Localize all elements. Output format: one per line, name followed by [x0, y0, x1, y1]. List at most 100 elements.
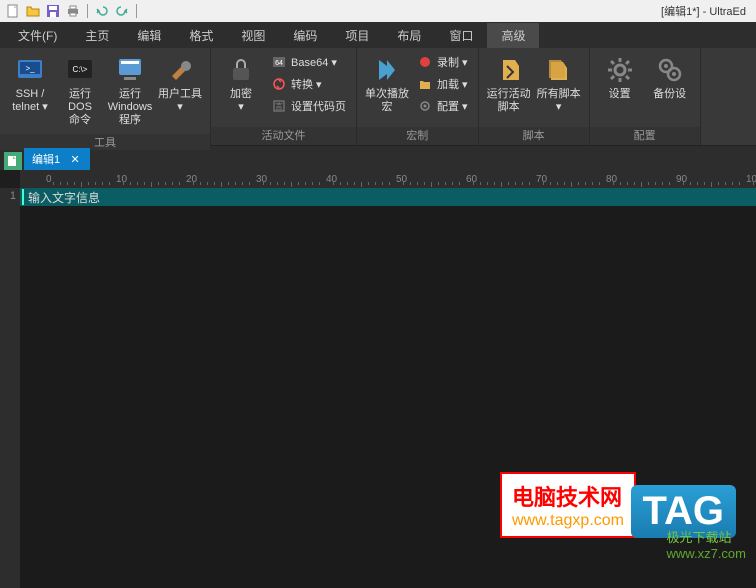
- close-tab-button[interactable]: ✕: [68, 152, 82, 166]
- menu-item-0[interactable]: 文件(F): [4, 23, 71, 48]
- ribbon-button-label: 用户工具▾: [158, 88, 202, 114]
- ruler-mark: 50: [396, 174, 407, 185]
- menu-item-4[interactable]: 视图: [227, 23, 279, 48]
- ribbon-group: >_SSH /telnet ▾ C:\> 运行 DOS命令运行 Windows程序用…: [0, 48, 211, 145]
- menu-item-1[interactable]: 主页: [71, 23, 123, 48]
- watermark-url: www.tagxp.com: [512, 512, 624, 530]
- ribbon-group-label: 宏制: [357, 127, 478, 145]
- ribbon-button-runscript[interactable]: 运行活动脚本: [485, 52, 533, 116]
- runscript-icon: [493, 54, 525, 86]
- tab-label: 编辑1: [32, 151, 60, 167]
- runwin-icon: [114, 54, 146, 86]
- separator: [136, 4, 137, 18]
- ruler-mark: 100: [746, 174, 756, 185]
- ribbon-button-label: SSH /telnet ▾: [12, 88, 48, 114]
- ruler-mark: 10: [116, 174, 127, 185]
- editor-text: 输入文字信息: [24, 189, 100, 206]
- backup-icon: [654, 54, 686, 86]
- config-icon: [417, 98, 433, 114]
- encrypt-icon: [225, 54, 257, 86]
- menu-item-6[interactable]: 项目: [331, 23, 383, 48]
- base64-icon: 64: [271, 54, 287, 70]
- new-file-button[interactable]: [4, 2, 22, 20]
- svg-text:C:\>: C:\>: [73, 65, 88, 74]
- menu-item-7[interactable]: 布局: [383, 23, 435, 48]
- ribbon-button-label: 所有脚本▾: [537, 88, 581, 114]
- svg-text:言: 言: [275, 101, 283, 111]
- ribbon-button-base64[interactable]: 64 Base64 ▾: [267, 52, 350, 72]
- ribbon-button-record[interactable]: 录制 ▾: [413, 52, 472, 72]
- ribbon-button-label: 录制 ▾: [437, 54, 468, 70]
- ribbon-button-encrypt[interactable]: 加密▾: [217, 52, 265, 116]
- ribbon-button-runwin[interactable]: 运行 Windows程序: [106, 52, 154, 130]
- ribbon-button-ssh[interactable]: >_SSH /telnet ▾: [6, 52, 54, 116]
- line-gutter: 1: [0, 188, 20, 588]
- redo-button[interactable]: [113, 2, 131, 20]
- ruler-mark: 80: [606, 174, 617, 185]
- menu-item-5[interactable]: 编码: [279, 23, 331, 48]
- allscript-icon: [543, 54, 575, 86]
- menu-item-8[interactable]: 窗口: [435, 23, 487, 48]
- ribbon-button-config[interactable]: 配置 ▾: [413, 96, 472, 116]
- title-bar: [编辑1*] - UltraEd: [0, 0, 756, 22]
- ribbon-button-label: Base64 ▾: [291, 56, 337, 69]
- svg-text:64: 64: [275, 60, 283, 67]
- watermark-text: 极光下载站: [667, 530, 732, 545]
- ribbon-button-convert[interactable]: 转换 ▾: [267, 74, 350, 94]
- ribbon-button-label: 转换 ▾: [291, 76, 322, 92]
- undo-button[interactable]: [93, 2, 111, 20]
- ruler: 0 10 20 30 40 50 60 70 80 90 100: [20, 170, 756, 188]
- ruler-mark: 70: [536, 174, 547, 185]
- menu-item-9[interactable]: 高级: [487, 23, 539, 48]
- ribbon-group-label: 配置: [590, 127, 700, 145]
- document-tab[interactable]: 编辑1 ✕: [24, 148, 90, 170]
- editor-line[interactable]: 输入文字信息: [20, 188, 756, 206]
- ruler-mark: 90: [676, 174, 687, 185]
- ribbon: >_SSH /telnet ▾ C:\> 运行 DOS命令运行 Windows程序用…: [0, 48, 756, 146]
- ribbon-button-label: 运行 DOS命令: [58, 88, 102, 128]
- document-tab-bar: 编辑1 ✕: [0, 146, 756, 170]
- open-file-button[interactable]: [24, 2, 42, 20]
- ribbon-button-label: 设置代码页: [291, 98, 346, 114]
- ruler-mark: 60: [466, 174, 477, 185]
- line-number: 1: [0, 190, 16, 202]
- ribbon-button-label: 设置: [609, 88, 631, 101]
- ribbon-button-backup[interactable]: 备份设: [646, 52, 694, 103]
- ribbon-button-label: 配置 ▾: [437, 98, 468, 114]
- usertool-icon: [164, 54, 196, 86]
- ribbon-button-label: 备份设: [653, 88, 686, 101]
- separator: [87, 4, 88, 18]
- watermark-text: 电脑技术网: [512, 480, 624, 512]
- ribbon-group: 运行活动脚本所有脚本▾ 脚本: [479, 48, 590, 145]
- ribbon-button-usertool[interactable]: 用户工具▾: [156, 52, 204, 116]
- ribbon-button-label: 加载 ▾: [437, 76, 468, 92]
- quick-access-toolbar: [4, 2, 140, 20]
- menu-item-2[interactable]: 编辑: [123, 23, 175, 48]
- ruler-mark: 40: [326, 174, 337, 185]
- ribbon-button-codepage[interactable]: 言设置代码页: [267, 96, 350, 116]
- ribbon-button-label: 单次播放宏: [365, 88, 409, 114]
- ruler-mark: 20: [186, 174, 197, 185]
- watermark-url: www.xz7.com: [667, 546, 746, 561]
- ribbon-button-settings[interactable]: 设置: [596, 52, 644, 103]
- ruler-mark: 30: [256, 174, 267, 185]
- ribbon-group-label: 脚本: [479, 127, 589, 145]
- ribbon-button-load[interactable]: 加载 ▾: [413, 74, 472, 94]
- ribbon-button-playmacro[interactable]: 单次播放宏: [363, 52, 411, 116]
- menu-item-3[interactable]: 格式: [175, 23, 227, 48]
- ribbon-group-label: 活动文件: [211, 127, 356, 145]
- codepage-icon: 言: [271, 98, 287, 114]
- save-button[interactable]: [44, 2, 62, 20]
- ribbon-button-label: 运行活动脚本: [487, 88, 531, 114]
- ruler-mark: 0: [46, 174, 52, 185]
- ribbon-group: 设置 备份设配置: [590, 48, 701, 145]
- ribbon-button-label: 运行 Windows程序: [108, 88, 153, 128]
- ribbon-button-label: 加密▾: [230, 88, 252, 114]
- watermark-site2: 极光下载站 www.xz7.com: [667, 527, 746, 561]
- new-tab-icon[interactable]: [4, 152, 22, 170]
- ribbon-group: 单次播放宏 录制 ▾ 加载 ▾ 配置 ▾ 宏制: [357, 48, 479, 145]
- ribbon-button-allscript[interactable]: 所有脚本▾: [535, 52, 583, 116]
- menu-bar: 文件(F)主页编辑格式视图编码项目布局窗口高级: [0, 22, 756, 48]
- print-button[interactable]: [64, 2, 82, 20]
- ribbon-button-dos[interactable]: C:\> 运行 DOS命令: [56, 52, 104, 130]
